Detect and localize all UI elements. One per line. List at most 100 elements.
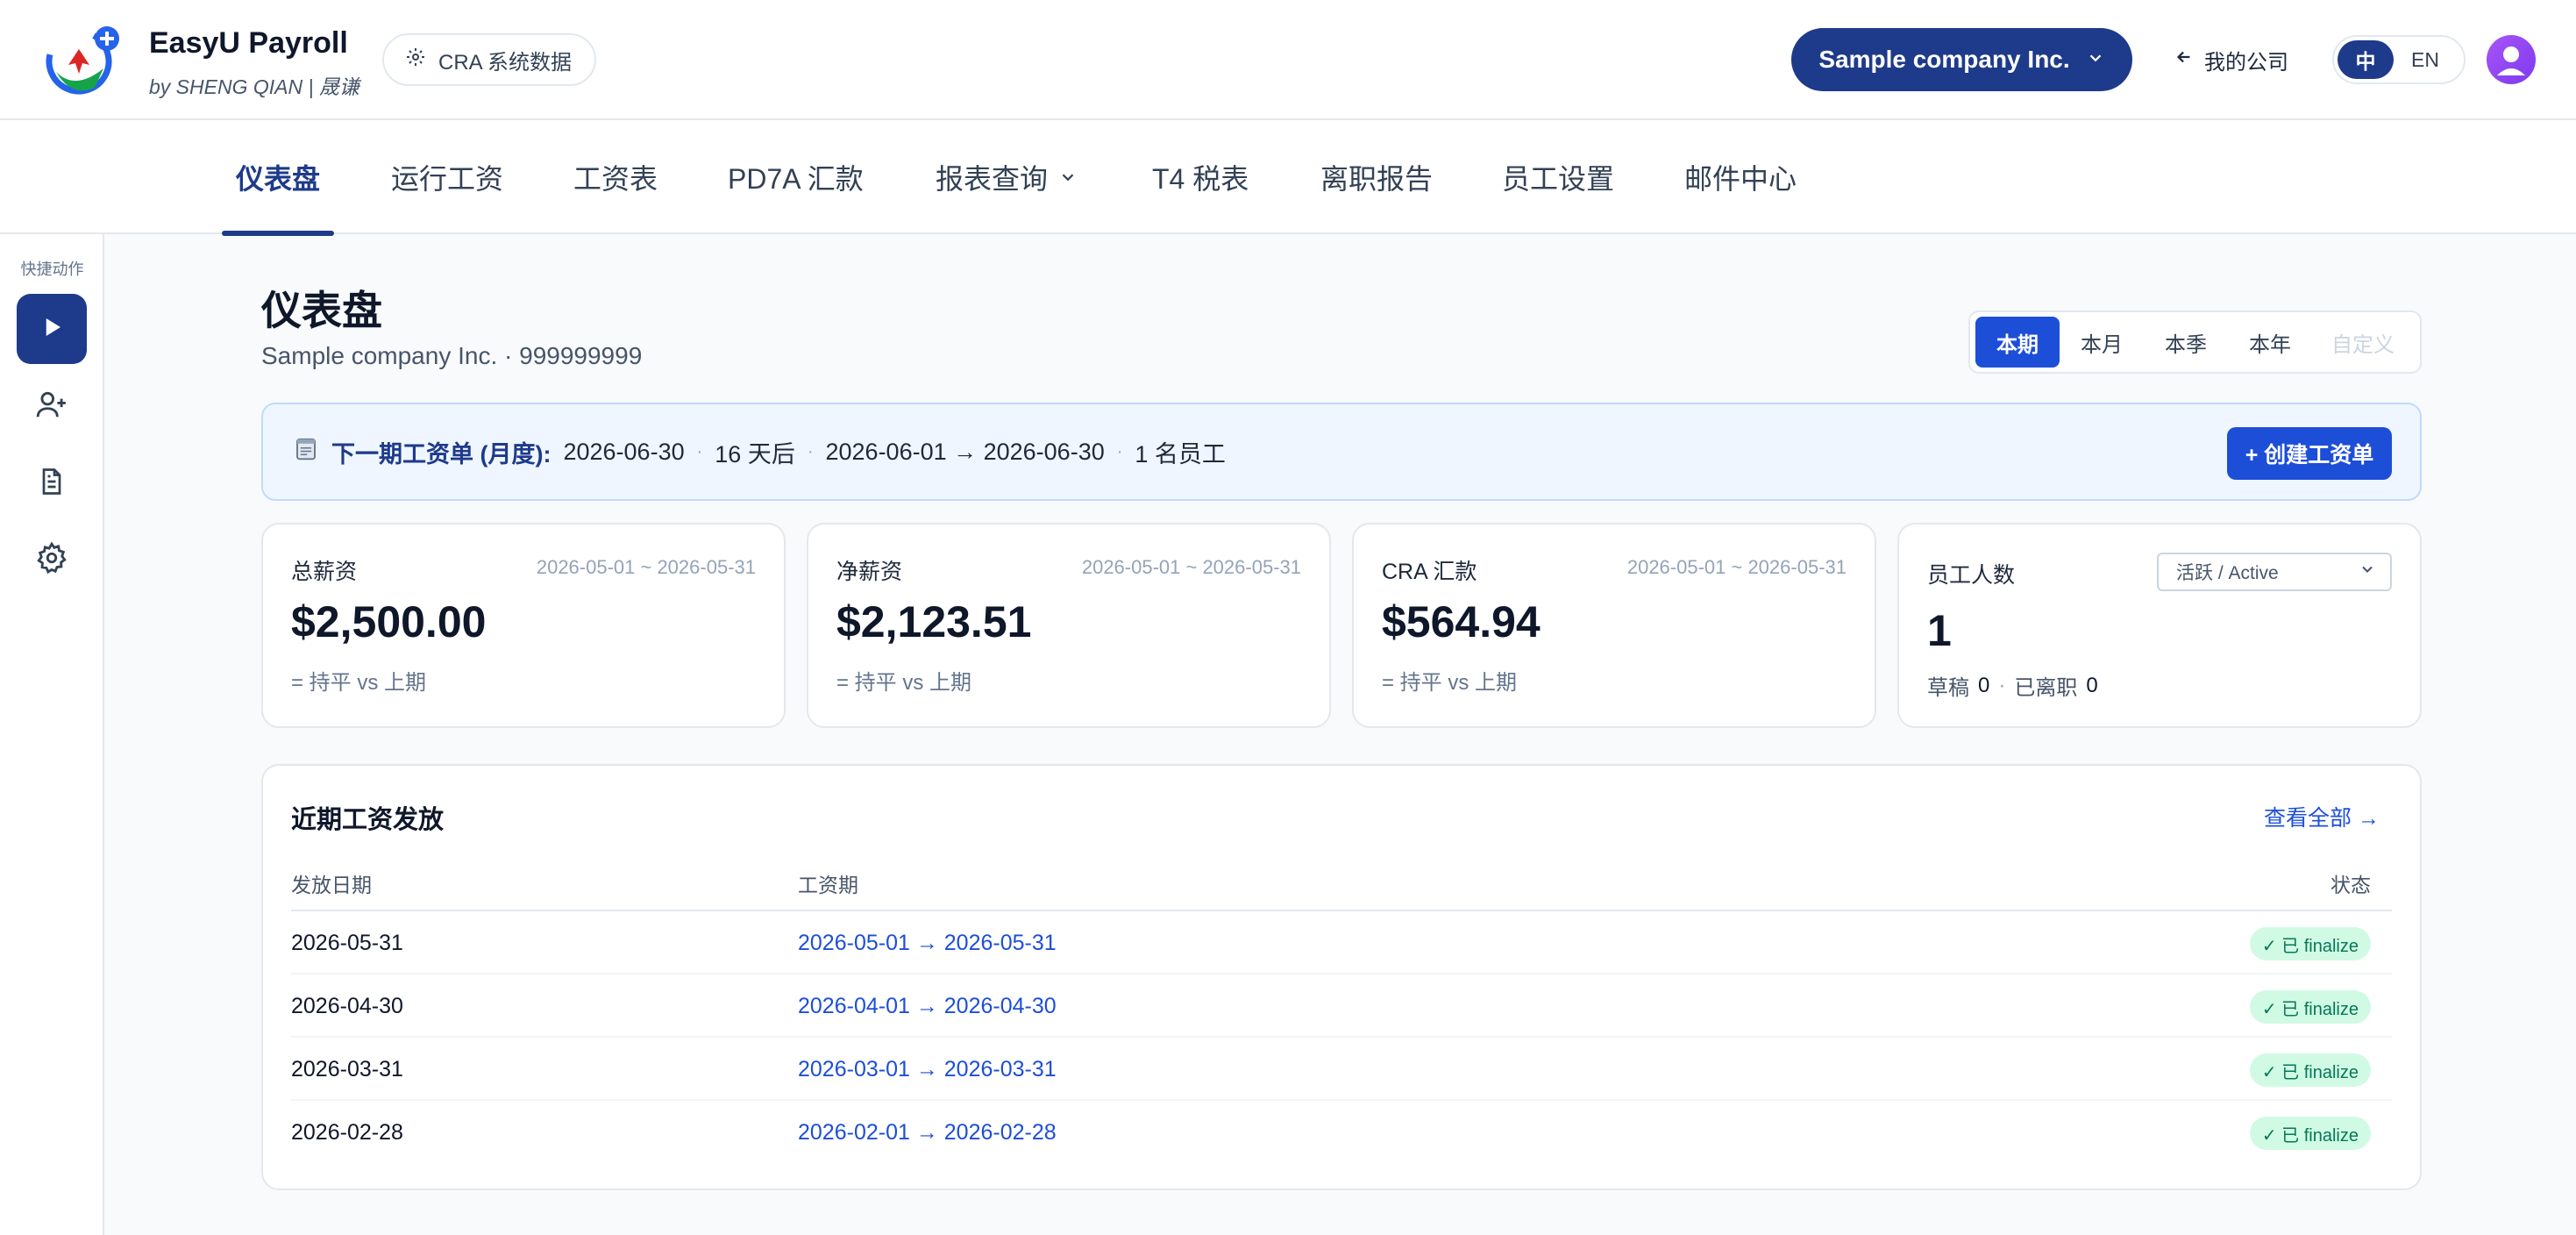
create-payroll-button[interactable]: + 创建工资单: [2227, 427, 2392, 480]
employee-count-value: 1: [1927, 606, 1952, 655]
recent-payrolls-card: 近期工资发放 查看全部 → 发放日期 工资期 状态 2026-05-31 202…: [261, 764, 2422, 1190]
status-badge: ✓ 已 finalize: [2249, 990, 2371, 1024]
user-avatar[interactable]: [2487, 35, 2536, 84]
net-pay-card: 净薪资 2026-05-01 ~ 2026-05-31 $2,123.51 = …: [807, 523, 1331, 728]
table-row[interactable]: 2026-02-28 2026-02-01 → 2026-02-28 ✓ 已 f…: [291, 1101, 2392, 1164]
arrow-left-icon: [2174, 47, 2194, 73]
pay-period-link[interactable]: 2026-03-01 → 2026-03-31: [798, 1057, 1057, 1082]
lang-en-button[interactable]: EN: [2394, 40, 2457, 79]
pay-period-link[interactable]: 2026-04-01 → 2026-04-30: [798, 994, 1057, 1019]
period-custom-button[interactable]: 自定义: [2312, 317, 2414, 368]
employee-count-card: 员工人数 活跃 / Active 1 草稿 0 · 已离职 0: [1897, 523, 2422, 728]
period-quarter-button[interactable]: 本季: [2144, 317, 2228, 368]
brand-subtitle: by SHENG QIAN | 晟谦: [149, 75, 359, 98]
tab-pd7a-remittance[interactable]: PD7A 汇款: [728, 120, 864, 234]
view-all-link[interactable]: 查看全部 →: [2264, 801, 2380, 832]
table-row[interactable]: 2026-05-31 2026-05-01 → 2026-05-31 ✓ 已 f…: [291, 911, 2392, 974]
next-payroll-info: 下一期工资单 (月度): 2026-06-30 · 16 天后 · 2026-0…: [293, 404, 1226, 499]
gear-icon: [35, 540, 68, 579]
my-companies-link[interactable]: 我的公司: [2174, 42, 2288, 77]
table-row[interactable]: 2026-04-30 2026-04-01 → 2026-04-30 ✓ 已 f…: [291, 974, 2392, 1038]
pay-date: 2026-04-30: [291, 994, 403, 1018]
chevron-down-icon: [2359, 560, 2376, 583]
run-payroll-quick-button[interactable]: [17, 294, 87, 364]
separator-dot: ·: [1998, 673, 2006, 697]
reports-quick-button[interactable]: [17, 448, 87, 518]
add-user-icon: [35, 388, 68, 425]
easyu-logo[interactable]: [42, 23, 128, 96]
card-value: $564.94: [1382, 597, 1541, 646]
next-payroll-range: 2026-06-01 → 2026-06-30: [825, 438, 1105, 465]
quick-actions-sidebar: 快捷动作: [0, 234, 104, 1235]
employee-status-select[interactable]: 活跃 / Active: [2157, 553, 2392, 591]
tab-mail-center[interactable]: 邮件中心: [1684, 120, 1797, 234]
gear-icon: [405, 46, 426, 74]
card-delta: = 持平 vs 上期: [1382, 671, 1518, 695]
gross-pay-card: 总薪资 2026-05-01 ~ 2026-05-31 $2,500.00 = …: [261, 523, 786, 728]
page-subtitle: Sample company Inc. · 999999999: [261, 342, 643, 369]
pay-period-link[interactable]: 2026-05-01 → 2026-05-31: [798, 931, 1057, 956]
period-current-button[interactable]: 本期: [1975, 317, 2060, 368]
page-title: 仪表盘: [261, 288, 382, 333]
employee-breakdown: 草稿 0 · 已离职 0: [1927, 670, 2098, 701]
company-name: Sample company Inc.: [1818, 46, 2070, 73]
recent-payrolls-title: 近期工资发放: [291, 806, 445, 834]
pay-date: 2026-02-28: [291, 1120, 403, 1145]
card-label: 总薪资: [291, 560, 358, 584]
tab-t4-slips[interactable]: T4 税表: [1152, 120, 1249, 234]
card-delta: = 持平 vs 上期: [836, 671, 972, 695]
tab-run-payroll[interactable]: 运行工资: [391, 120, 503, 234]
chevron-down-icon: [1058, 161, 1078, 194]
card-label: 净薪资: [836, 560, 903, 584]
tab-payroll-register[interactable]: 工资表: [573, 120, 658, 234]
lang-zh-button[interactable]: 中: [2338, 40, 2394, 79]
pay-period-link[interactable]: 2026-02-01 → 2026-02-28: [798, 1120, 1057, 1146]
card-date-range: 2026-05-01 ~ 2026-05-31: [1081, 556, 1301, 578]
employee-count-text: 1 名员工: [1135, 440, 1226, 468]
tab-roe[interactable]: 离职报告: [1320, 120, 1433, 234]
column-header-pay-date: 发放日期: [291, 874, 372, 896]
period-year-button[interactable]: 本年: [2228, 317, 2312, 368]
table-row[interactable]: 2026-03-31 2026-03-01 → 2026-03-31 ✓ 已 f…: [291, 1038, 2392, 1101]
add-employee-quick-button[interactable]: [17, 371, 87, 441]
language-toggle: 中 EN: [2332, 35, 2466, 84]
status-select-value: 活跃 / Active: [2176, 563, 2279, 583]
tab-employee-settings[interactable]: 员工设置: [1502, 120, 1614, 234]
settings-quick-button[interactable]: [17, 525, 87, 595]
period-selector: 本期 本月 本季 本年 自定义: [1968, 311, 2422, 374]
cra-data-button[interactable]: CRA 系统数据: [382, 33, 597, 86]
terminated-count: 0: [2086, 673, 2098, 697]
company-selector[interactable]: Sample company Inc.: [1791, 28, 2132, 91]
card-value: $2,500.00: [291, 597, 487, 646]
period-month-button[interactable]: 本月: [2060, 317, 2144, 368]
status-badge: ✓ 已 finalize: [2249, 927, 2371, 960]
cra-data-label: CRA 系统数据: [438, 50, 573, 75]
card-value: $2,123.51: [836, 597, 1032, 646]
main-nav: 仪表盘 运行工资 工资表 PD7A 汇款 报表查询 T4 税表 离职报告 员工设…: [0, 120, 2576, 236]
pay-date: 2026-05-31: [291, 931, 403, 955]
separator-dot: ·: [696, 441, 703, 461]
column-header-pay-period: 工资期: [798, 874, 858, 896]
tab-dashboard[interactable]: 仪表盘: [221, 120, 335, 236]
status-badge: ✓ 已 finalize: [2249, 1053, 2371, 1087]
next-payroll-date: 2026-06-30: [563, 438, 685, 465]
top-header: EasyU Payroll by SHENG QIAN | 晟谦 CRA 系统数…: [0, 0, 2576, 120]
terminated-label: 已离职: [2014, 676, 2078, 700]
status-badge: ✓ 已 finalize: [2249, 1117, 2371, 1150]
card-label: 员工人数: [1927, 563, 2016, 588]
draft-count: 0: [1978, 673, 1990, 697]
next-payroll-label: 下一期工资单 (月度):: [331, 440, 551, 468]
separator-dot: ·: [807, 441, 814, 461]
pay-date: 2026-03-31: [291, 1057, 403, 1082]
quick-actions-title: 快捷动作: [20, 261, 84, 278]
tab-reports[interactable]: 报表查询: [936, 120, 1078, 234]
cra-remittance-card: CRA 汇款 2026-05-01 ~ 2026-05-31 $564.94 =…: [1352, 523, 1876, 728]
card-delta: = 持平 vs 上期: [291, 671, 427, 695]
card-label: CRA 汇款: [1382, 560, 1477, 584]
next-payroll-banner: 下一期工资单 (月度): 2026-06-30 · 16 天后 · 2026-0…: [261, 403, 2422, 501]
brand-name: EasyU Payroll: [149, 26, 348, 60]
draft-label: 草稿: [1927, 676, 1969, 700]
card-date-range: 2026-05-01 ~ 2026-05-31: [1626, 556, 1847, 578]
document-icon: [36, 466, 68, 502]
chevron-down-icon: [2086, 46, 2105, 74]
